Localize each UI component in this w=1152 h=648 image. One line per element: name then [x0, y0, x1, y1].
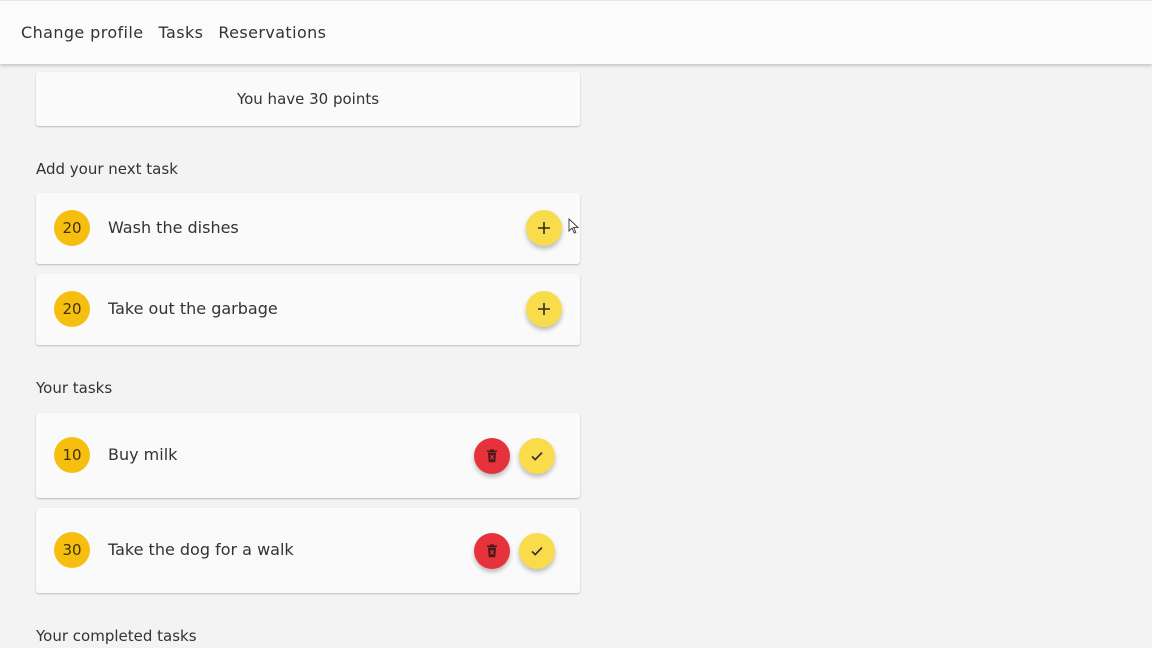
my-task-card: 30 Take the dog for a walk — [36, 508, 580, 593]
nav-reservations[interactable]: Reservations — [218, 23, 326, 42]
trash-icon — [487, 544, 497, 558]
points-text: You have 30 points — [236, 90, 380, 108]
completed-tasks-heading: Your completed tasks — [36, 627, 197, 645]
check-icon — [531, 547, 543, 556]
task-title: Wash the dishes — [108, 218, 239, 237]
points-badge: 30 — [54, 532, 90, 568]
add-task-button[interactable] — [526, 210, 562, 246]
task-title: Take the dog for a walk — [108, 540, 294, 559]
nav-tasks[interactable]: Tasks — [158, 23, 203, 42]
points-badge: 20 — [54, 291, 90, 327]
points-badge: 10 — [54, 437, 90, 473]
complete-task-button[interactable] — [519, 438, 555, 474]
available-task-card: 20 Take out the garbage — [36, 274, 580, 345]
mouse-pointer-icon — [568, 218, 580, 234]
check-icon — [531, 452, 543, 461]
available-task-card: 20 Wash the dishes — [36, 193, 580, 264]
plus-icon — [538, 303, 550, 315]
task-title: Take out the garbage — [108, 299, 278, 318]
complete-task-button[interactable] — [519, 533, 555, 569]
task-title: Buy milk — [108, 445, 178, 464]
delete-task-button[interactable] — [474, 533, 510, 569]
add-next-task-heading: Add your next task — [36, 160, 178, 178]
nav-change-profile[interactable]: Change profile — [21, 23, 143, 42]
points-card: You have 30 points — [36, 72, 580, 126]
my-task-card: 10 Buy milk — [36, 413, 580, 498]
top-navigation-bar: Change profile Tasks Reservations — [0, 0, 1152, 64]
add-task-button[interactable] — [526, 291, 562, 327]
points-badge: 20 — [54, 210, 90, 246]
delete-task-button[interactable] — [474, 438, 510, 474]
trash-icon — [487, 449, 497, 463]
plus-icon — [538, 222, 550, 234]
your-tasks-heading: Your tasks — [36, 379, 113, 397]
